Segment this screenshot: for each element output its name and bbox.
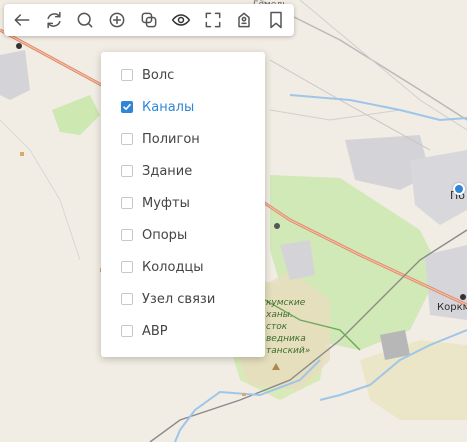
refresh-button[interactable] <box>38 4 70 36</box>
layers-button[interactable] <box>133 4 165 36</box>
layers-icon <box>141 12 157 28</box>
map-label-reserve-4: ведника <box>266 334 306 344</box>
layer-label: Колодцы <box>142 259 204 275</box>
marker-icon <box>238 12 251 28</box>
bookmark-icon <box>270 11 282 29</box>
layer-label: Здание <box>142 163 193 179</box>
refresh-icon <box>47 11 61 29</box>
layer-item-kolodcy[interactable]: Колодцы <box>101 251 265 283</box>
back-button[interactable] <box>6 4 38 36</box>
layer-label: Волс <box>142 67 175 83</box>
fullscreen-icon <box>205 12 220 28</box>
layer-checkbox[interactable] <box>121 325 133 337</box>
zoom-in-button[interactable] <box>101 4 133 36</box>
layer-label: Узел связи <box>142 291 216 307</box>
layer-checkbox[interactable] <box>121 101 133 113</box>
map-label-reserve-2: ханы. <box>266 310 293 320</box>
layer-checkbox[interactable] <box>121 69 133 81</box>
layer-checkbox[interactable] <box>121 229 133 241</box>
layer-item-opory[interactable]: Опоры <box>101 219 265 251</box>
eye-icon <box>171 14 190 26</box>
layer-checkbox[interactable] <box>121 165 133 177</box>
layer-label: Муфты <box>142 195 190 211</box>
arrow-left-icon <box>14 14 30 26</box>
search-icon <box>78 12 93 28</box>
layer-checkbox[interactable] <box>121 197 133 209</box>
layer-checkbox[interactable] <box>121 133 133 145</box>
layer-checkbox[interactable] <box>121 293 133 305</box>
layer-item-uzel-svyazi[interactable]: Узел связи <box>101 283 265 315</box>
map-label-town-bottom-right: Коркм <box>437 302 467 313</box>
layer-item-zdanie[interactable]: Здание <box>101 155 265 187</box>
layer-item-mufty[interactable]: Муфты <box>101 187 265 219</box>
map-toolbar <box>4 4 294 36</box>
layer-label: Полигон <box>142 131 200 147</box>
layer-label: Опоры <box>142 227 188 243</box>
layer-label: АВР <box>142 323 168 339</box>
location-marker[interactable] <box>453 183 465 195</box>
layers-dropdown: Волс Каналы Полигон Здание Муфты Опоры К… <box>101 52 265 357</box>
marker-button[interactable] <box>228 4 260 36</box>
map-label-reserve-1: кумские <box>266 298 306 308</box>
layer-checkbox[interactable] <box>121 261 133 273</box>
layer-item-vols[interactable]: Волс <box>101 59 265 91</box>
layer-item-avr[interactable]: АВР <box>101 315 265 347</box>
checkmark-icon <box>123 103 131 110</box>
zoom-in-icon <box>109 12 125 28</box>
map-label-reserve-5: танский» <box>266 346 311 356</box>
map-label-reserve-3: сток <box>266 322 288 332</box>
layer-label: Каналы <box>142 99 195 115</box>
layer-item-poligon[interactable]: Полигон <box>101 123 265 155</box>
visibility-button[interactable] <box>165 4 197 36</box>
layer-item-kanaly[interactable]: Каналы <box>101 91 265 123</box>
bookmark-button[interactable] <box>260 4 292 36</box>
search-button[interactable] <box>70 4 102 36</box>
fullscreen-button[interactable] <box>197 4 229 36</box>
